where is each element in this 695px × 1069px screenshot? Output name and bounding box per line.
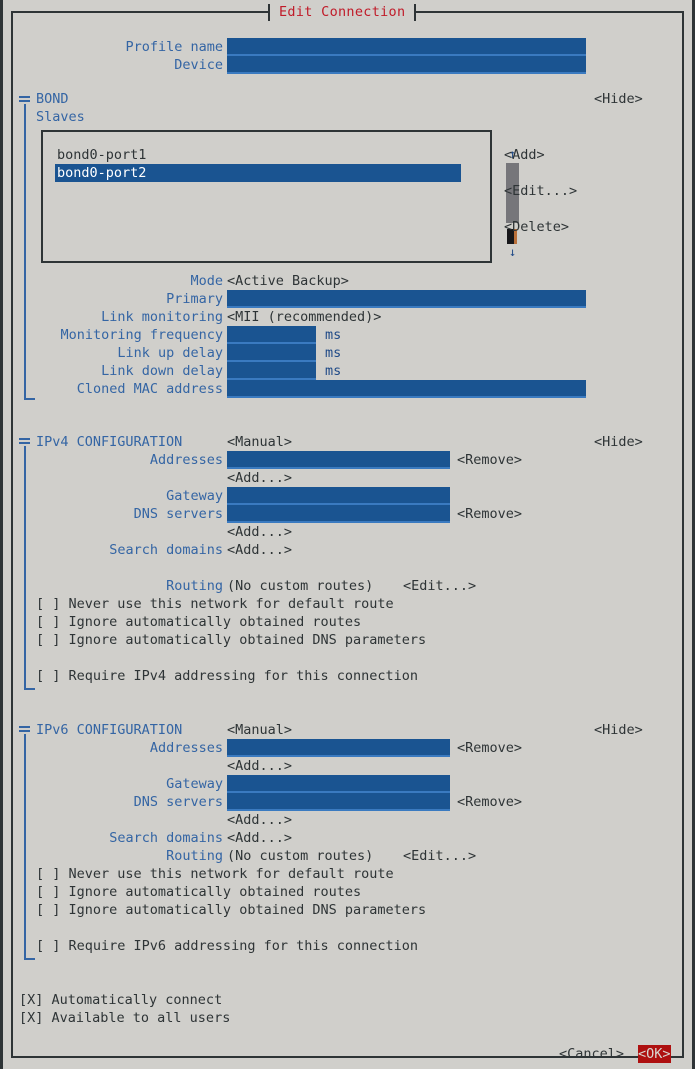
ipv4-routing-edit-button[interactable]: <Edit...> (403, 577, 476, 595)
ipv4-dns-remove-button[interactable]: <Remove> (457, 505, 522, 523)
slaves-label: Slaves (36, 109, 85, 125)
ipv6-addresses-fill: __________ (391, 756, 450, 757)
device-value: bond0 (261, 73, 302, 74)
page-title: Edit Connection (279, 4, 406, 20)
ipv4-routing-value: (No custom routes) (227, 578, 374, 594)
list-item[interactable]: bond0-port2 (55, 164, 461, 182)
ipv4-method-value[interactable]: <Manual> (227, 433, 292, 451)
ipv6-section-toggle[interactable] (19, 726, 30, 733)
device-input[interactable]: bond0___________________________________… (227, 56, 586, 74)
ok-button[interactable]: <OK> (638, 1045, 671, 1063)
device-fill: ________________________________________… (301, 73, 586, 74)
ipv6-addresses-label: Addresses (149, 740, 223, 756)
ipv4-section-title: IPv4 CONFIGURATION (36, 434, 183, 450)
ipv4-addresses-label: Addresses (149, 452, 223, 468)
ipv6-dns-label: DNS servers (133, 794, 223, 810)
ipv6-ignore-dns-checkbox[interactable]: [ ] Ignore automatically obtained DNS pa… (36, 901, 426, 919)
ipv4-search-domains-add-button[interactable]: <Add...> (227, 541, 292, 559)
ipv4-addresses-remove-button[interactable]: <Remove> (457, 451, 522, 469)
nmtui-edit-connection-screen: Edit Connection Profile name bond0______… (0, 0, 695, 1069)
ipv4-addresses-add-button[interactable]: <Add...> (227, 469, 292, 487)
ipv4-ignore-routes-checkbox[interactable]: [ ] Ignore automatically obtained routes (36, 613, 361, 631)
profile-name-input[interactable]: bond0___________________________________… (227, 38, 586, 56)
ipv6-search-domains-add-button[interactable]: <Add...> (227, 829, 292, 847)
link-monitoring-label: Link monitoring (101, 309, 223, 325)
ipv6-method-value[interactable]: <Manual> (227, 721, 292, 739)
ipv6-ignore-routes-checkbox[interactable]: [ ] Ignore automatically obtained routes (36, 883, 361, 901)
ipv4-gateway-input[interactable]: 192.0.2.254______________ (227, 487, 450, 505)
monitoring-frequency-label: Monitoring frequency (60, 327, 223, 343)
mode-value[interactable]: <Active Backup> (227, 272, 349, 290)
ipv6-dns-add-button[interactable]: <Add...> (227, 811, 292, 829)
ipv6-routing-label: Routing (166, 848, 223, 864)
automatically-connect-checkbox[interactable]: [X] Automatically connect (19, 991, 222, 1009)
slave-delete-button[interactable]: <Delete> (504, 218, 569, 236)
monitoring-frequency-unit: ms (325, 327, 342, 343)
ipv4-dns-input[interactable]: 192.0.2.253______________ (227, 505, 450, 523)
ipv4-ignore-dns-checkbox[interactable]: [ ] Ignore automatically obtained DNS pa… (36, 631, 426, 649)
ipv6-addresses-add-button[interactable]: <Add...> (227, 757, 292, 775)
ipv6-gateway-label: Gateway (166, 776, 223, 792)
cancel-button[interactable]: <Cancel> (559, 1045, 624, 1063)
bond-section-title: BOND (36, 91, 69, 107)
list-item[interactable]: bond0-port1 (55, 146, 461, 164)
ipv4-gateway-label: Gateway (166, 488, 223, 504)
link-down-delay-label: Link down delay (101, 363, 223, 379)
ipv6-tree-corner (24, 958, 35, 960)
window-title-bar: Edit Connection (268, 2, 417, 22)
device-label: Device (174, 57, 223, 73)
ipv4-never-default-route-checkbox[interactable]: [ ] Never use this network for default r… (36, 595, 394, 613)
slaves-listbox[interactable]: bond0-port1 bond0-port2 ↑ ↓ (41, 130, 519, 263)
monitoring-frequency-input[interactable]: 100_________ (227, 326, 316, 344)
ipv4-dns-add-button[interactable]: <Add...> (227, 523, 292, 541)
ipv6-dns-input[interactable]: 2001:db8:1::fffd__________ (227, 793, 450, 811)
ipv6-hide-button[interactable]: <Hide> (594, 721, 643, 739)
title-right-divider (414, 3, 417, 21)
cloned-mac-input[interactable] (227, 380, 586, 398)
ipv6-addresses-input[interactable]: 2001:db8:1::1/64__________ (227, 739, 450, 757)
ipv4-search-domains-label: Search domains (109, 542, 223, 558)
link-up-delay-input[interactable]: 0___________ (227, 344, 316, 362)
ipv6-gateway-input[interactable]: 2001:db8:1::fffe__________ (227, 775, 450, 793)
ipv4-tree-corner (24, 688, 35, 690)
ipv4-tree-line (24, 446, 26, 690)
bond-tree-line (24, 104, 26, 400)
link-up-delay-label: Link up delay (117, 345, 223, 361)
ipv6-never-default-route-checkbox[interactable]: [ ] Never use this network for default r… (36, 865, 394, 883)
mode-label: Mode (190, 273, 223, 289)
ipv4-dns-label: DNS servers (133, 506, 223, 522)
ipv6-require-checkbox[interactable]: [ ] Require IPv6 addressing for this con… (36, 937, 418, 955)
ipv4-addresses-input[interactable]: 192.0.2.1/24______________ (227, 451, 450, 469)
link-up-delay-unit: ms (325, 345, 342, 361)
ipv6-dns-fill: __________ (391, 810, 450, 811)
ipv6-routing-value: (No custom routes) (227, 848, 374, 864)
ipv4-section-toggle[interactable] (19, 438, 30, 445)
primary-label: Primary (166, 291, 223, 307)
link-down-delay-input[interactable]: 0___________ (227, 362, 316, 380)
link-down-delay-unit: ms (325, 363, 342, 379)
scroll-down-icon[interactable]: ↓ (509, 246, 516, 258)
ipv4-routing-label: Routing (166, 578, 223, 594)
available-to-all-users-checkbox[interactable]: [X] Available to all users (19, 1009, 230, 1027)
ipv6-addresses-remove-button[interactable]: <Remove> (457, 739, 522, 757)
ipv6-dns-remove-button[interactable]: <Remove> (457, 793, 522, 811)
ipv4-addresses-fill: ______________ (358, 468, 450, 469)
ipv4-hide-button[interactable]: <Hide> (594, 433, 643, 451)
link-monitoring-value[interactable]: <MII (recommended)> (227, 308, 381, 326)
ipv4-require-checkbox[interactable]: [ ] Require IPv4 addressing for this con… (36, 667, 418, 685)
primary-input[interactable] (227, 290, 586, 308)
bond-hide-button[interactable]: <Hide> (594, 90, 643, 108)
slave-add-button[interactable]: <Add> (504, 146, 545, 164)
ipv6-routing-edit-button[interactable]: <Edit...> (403, 847, 476, 865)
ipv6-section-title: IPv6 CONFIGURATION (36, 722, 183, 738)
ipv6-tree-line (24, 734, 26, 960)
ipv6-search-domains-label: Search domains (109, 830, 223, 846)
cloned-mac-label: Cloned MAC address (76, 381, 223, 397)
bond-tree-corner (24, 398, 35, 400)
ipv4-dns-fill: ______________ (350, 522, 450, 523)
bond-section-toggle[interactable] (19, 96, 30, 103)
slave-edit-button[interactable]: <Edit...> (504, 182, 577, 200)
profile-name-label: Profile name (125, 39, 223, 55)
